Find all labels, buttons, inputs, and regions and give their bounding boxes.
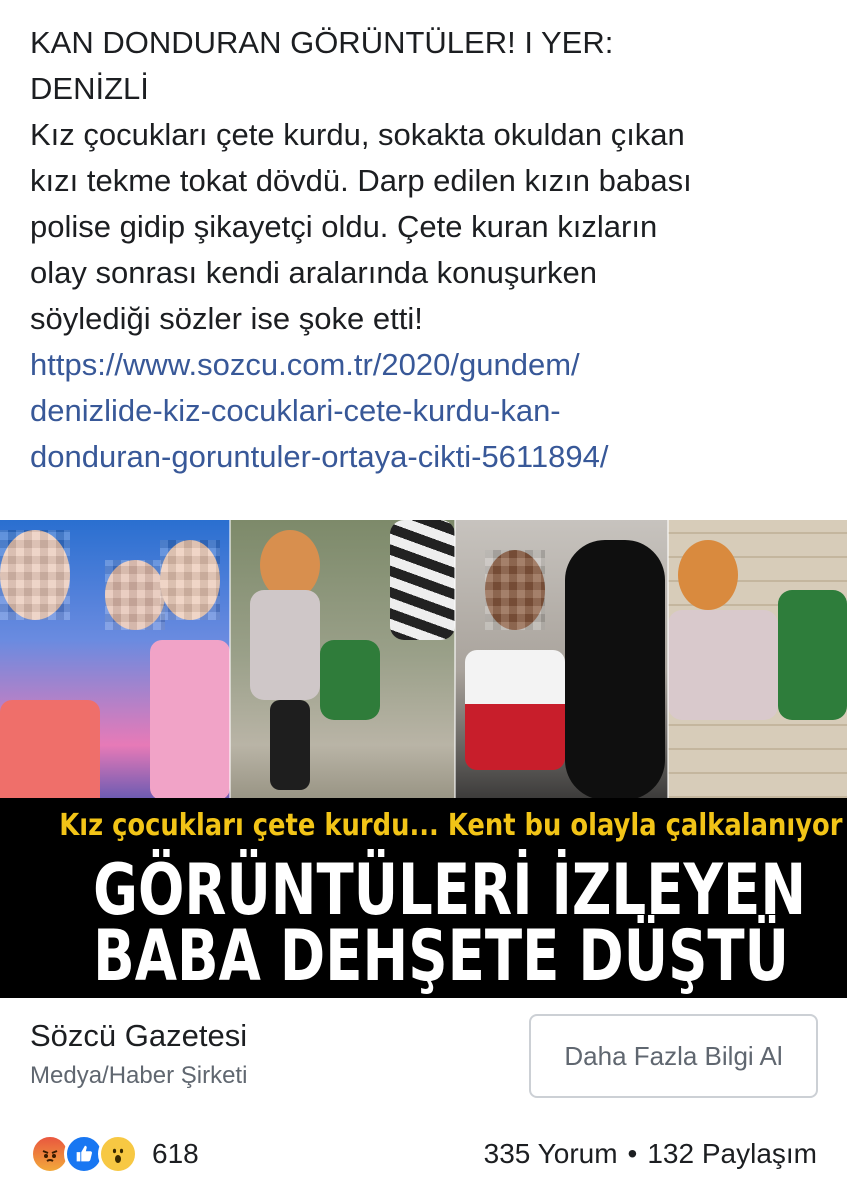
page-name[interactable]: Sözcü Gazetesi — [30, 1018, 247, 1054]
post-body-line-3: polise gidip şikayetçi oldu. Çete kuran … — [30, 209, 658, 244]
hair-shape-2 — [678, 540, 738, 610]
photo-panel-3 — [455, 520, 668, 820]
photo-panel-1 — [0, 520, 230, 820]
learn-more-button[interactable]: Daha Fazla Bilgi Al — [529, 1014, 818, 1098]
share-count[interactable]: 132 Paylaşım — [647, 1138, 817, 1169]
post-headline-line-1: KAN DONDURAN GÖRÜNTÜLER! I YER: — [30, 25, 614, 60]
post-body-line-5: söylediği sözler ise şoke etti! — [30, 301, 423, 336]
post-body-line-4: olay sonrası kendi aralarında konuşurken — [30, 255, 597, 290]
page-category: Medya/Haber Şirketi — [30, 1062, 248, 1089]
article-link-line-1[interactable]: https://www.sozcu.com.tr/2020/gundem/ — [30, 342, 830, 388]
separator-dot: • — [627, 1138, 638, 1169]
pixelation-3 — [160, 540, 220, 620]
photo-collage — [0, 520, 847, 820]
article-link-line-2[interactable]: denizlide-kiz-cocuklari-cete-kurdu-kan- — [30, 388, 830, 434]
reactions-bar: 618 335 Yorum • 132 Paylaşım — [0, 1128, 847, 1188]
shirt-shape-2 — [150, 640, 230, 800]
pixelation-4 — [485, 550, 545, 630]
jacket-shape — [250, 590, 320, 700]
post-text: KAN DONDURAN GÖRÜNTÜLER! I YER: DENİZLİ … — [30, 20, 830, 480]
green-shirt-shape — [320, 640, 380, 720]
angry-face-glyph — [42, 1150, 58, 1162]
engagement-stats: 335 Yorum • 132 Paylaşım — [484, 1138, 817, 1170]
article-link-line-3[interactable]: donduran-goruntuler-ortaya-cikti-5611894… — [30, 434, 830, 480]
banner-subtitle: Kız çocukları çete kurdu... Kent bu olay… — [59, 808, 843, 843]
thumbs-up-glyph — [76, 1145, 93, 1162]
dark-hair-shape — [565, 540, 665, 800]
link-card-footer: Sözcü Gazetesi Medya/Haber Şirketi Daha … — [0, 998, 847, 1110]
post-headline-line-2: DENİZLİ — [30, 71, 149, 106]
panel-divider-1 — [229, 520, 231, 820]
wow-icon — [98, 1134, 138, 1174]
banner-headline-2: BABA DEHŞETE DÜŞTÜ — [93, 915, 789, 997]
reaction-count[interactable]: 618 — [152, 1138, 199, 1170]
pixelation-2 — [105, 560, 165, 630]
panel-divider-2 — [454, 520, 456, 820]
post-body-line-1: Kız çocukları çete kurdu, sokakta okulda… — [30, 117, 685, 152]
image-banner: Kız çocukları çete kurdu... Kent bu olay… — [0, 798, 847, 998]
panel-divider-3 — [667, 520, 669, 820]
green-shirt-shape-2 — [778, 590, 847, 720]
post-body-line-2: kızı tekme tokat dövdü. Darp edilen kızı… — [30, 163, 692, 198]
reaction-icons[interactable] — [30, 1134, 150, 1174]
link-preview-image[interactable]: Kız çocukları çete kurdu... Kent bu olay… — [0, 520, 847, 998]
jacket-shape-3 — [668, 610, 778, 720]
photo-panel-2 — [230, 520, 455, 820]
legs-shape — [270, 700, 310, 790]
wow-face-glyph — [112, 1148, 124, 1163]
jacket-shape-2 — [465, 650, 565, 770]
photo-panel-4 — [668, 520, 847, 820]
striped-shirt-shape — [390, 520, 455, 640]
comment-count[interactable]: 335 Yorum — [484, 1138, 618, 1169]
pixelation-1 — [0, 530, 70, 620]
